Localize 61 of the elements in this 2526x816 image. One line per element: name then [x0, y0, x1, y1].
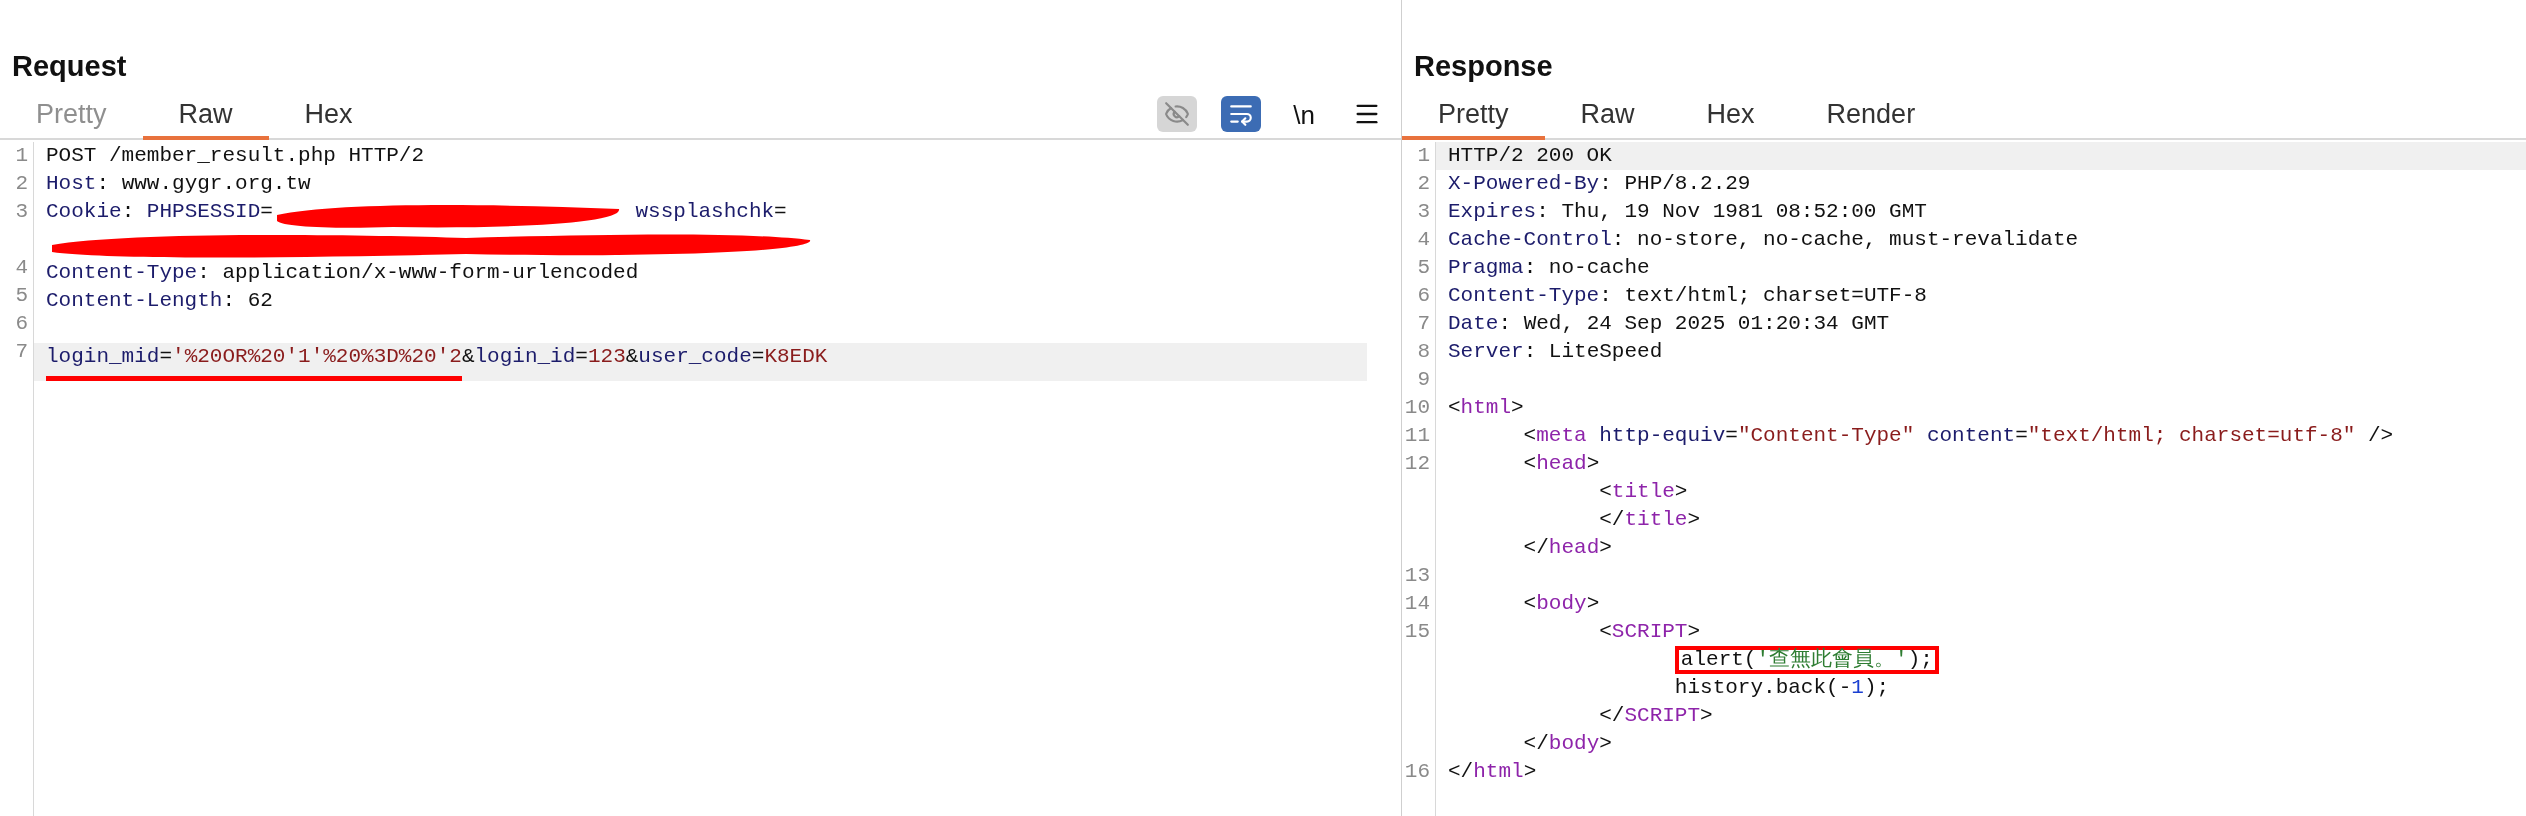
line-number: 3 [1416, 199, 1430, 226]
line-number: 8 [1416, 339, 1430, 366]
line-number: 7 [14, 339, 28, 366]
pane-title: Response [1413, 49, 1554, 84]
line-number: 2 [14, 171, 28, 198]
line-number: 4 [14, 255, 28, 282]
code-line: Content-Type: application/x-www-form-urlencoded [46, 260, 640, 286]
line-number: 11 [1403, 423, 1430, 450]
code-line: Content-Length: 62 [46, 288, 274, 314]
line-number: 16 [1403, 759, 1430, 786]
code-line: </title> [1598, 507, 1702, 533]
newline-toggle-button[interactable]: \n [1285, 96, 1323, 132]
wrap-toggle-button[interactable] [1221, 96, 1262, 132]
code-line: Date: Wed, 24 Sep 2025 01:20:34 GMT [1448, 311, 1891, 337]
line-number: 2 [1416, 171, 1430, 198]
code-line: </head> [1522, 535, 1613, 561]
code-line: </html> [1448, 759, 1538, 785]
line-number: 1 [1416, 143, 1430, 170]
code-line: X-Powered-By: PHP/8.2.29 [1448, 171, 1752, 197]
line-number: 5 [14, 283, 28, 310]
tab[interactable]: Render [1790, 92, 1952, 140]
code-line: POST /member_result.php HTTP/2 [46, 143, 426, 169]
line-number: 4 [1416, 227, 1430, 254]
code-line: Host: www.gygr.org.tw [46, 171, 312, 197]
tab[interactable]: Hex [1670, 92, 1791, 140]
code-line: Expires: Thu, 19 Nov 1981 08:52:00 GMT [1448, 199, 1928, 225]
pane-title: Request [11, 49, 128, 84]
code-line: Server: LiteSpeed [1448, 339, 1664, 365]
code-line: alert('查無此會員。'); [1448, 646, 2526, 674]
code-line: history.back(-1); [1673, 675, 1891, 701]
line-number: 14 [1403, 591, 1430, 618]
code-line: </body> [1522, 731, 1613, 757]
line-number: 13 [1403, 563, 1430, 590]
code-line: Pragma: no-cache [1448, 255, 1651, 281]
tab[interactable]: Raw [142, 92, 269, 140]
line-number: 1 [14, 143, 28, 170]
line-number: 10 [1403, 395, 1430, 422]
line-number: 3 [14, 199, 28, 226]
code-line: HTTP/2 200 OK [1448, 143, 1613, 169]
code-line: Cookie: PHPSESSID= wssplashchk= [46, 198, 1401, 231]
line-number: 9 [1416, 367, 1430, 394]
code-line: <body> [1522, 591, 1601, 617]
code-line: <html> [1448, 395, 1525, 421]
code-line: Cache-Control: no-store, no-cache, must-revalidate [1448, 227, 2080, 253]
line-number: 6 [1416, 283, 1430, 310]
line-number: 5 [1416, 255, 1430, 282]
line-number: 15 [1403, 619, 1430, 646]
tab[interactable]: Hex [268, 92, 389, 140]
line-number: 12 [1403, 451, 1430, 478]
code-line: Content-Type: text/html; charset=UTF-8 [1448, 283, 1928, 309]
code-line: <head> [1522, 451, 1601, 477]
tab[interactable]: Raw [1544, 92, 1671, 140]
line-number: 7 [1416, 311, 1430, 338]
eye-off-icon [1164, 101, 1191, 127]
code-line: <title> [1598, 479, 1689, 505]
code-line: </SCRIPT> [1598, 703, 1714, 729]
line-number: 6 [14, 311, 28, 338]
hide-toggle-button[interactable] [1157, 96, 1198, 132]
code-line: <SCRIPT> [1598, 619, 1702, 645]
code-line: login_mid='%20OR%20'1'%20%3D%20'2&login_id=123&user_code=K8EDK [46, 343, 1367, 381]
code-line: <meta http-equiv="Content-Type" content="text/html; charset=utf-8" /> [1522, 423, 2395, 449]
